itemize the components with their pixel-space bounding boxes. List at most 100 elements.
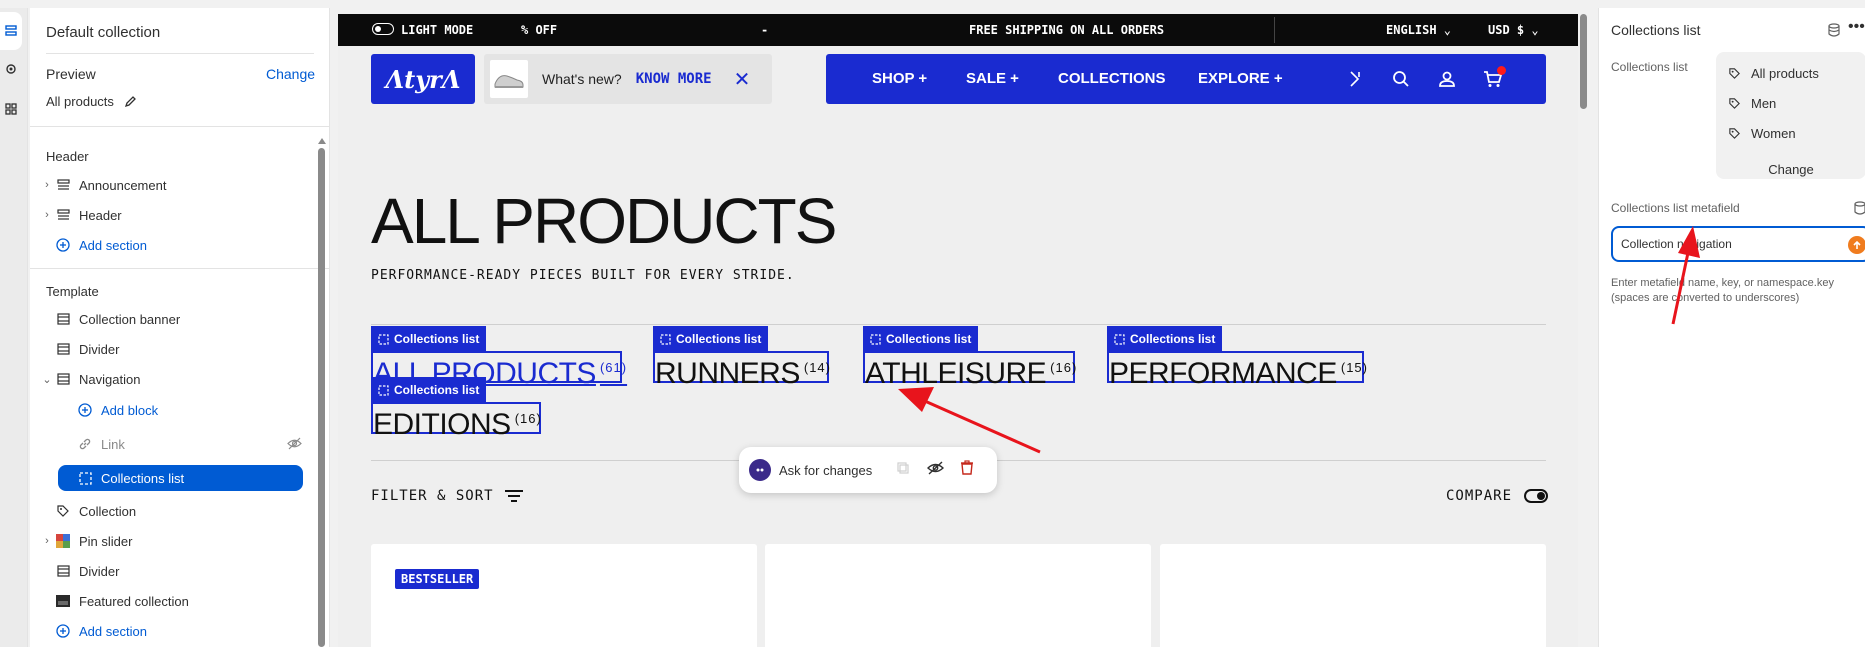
close-icon[interactable]: ✕ <box>734 67 751 92</box>
collection-title: RUNNERS <box>655 357 800 390</box>
section-label: Navigation <box>79 371 141 387</box>
know-more-link[interactable]: KNOW MORE <box>636 71 712 87</box>
chevron-right-icon[interactable]: › <box>38 209 56 221</box>
nav-shop[interactable]: SHOP + <box>872 70 927 87</box>
whats-new-promo: What's new? KNOW MORE ✕ <box>484 54 772 104</box>
collection-link-athleisure[interactable]: Collections list ATHLEISURE (16) <box>863 326 1076 390</box>
preview-scrollbar[interactable] <box>1580 14 1587 109</box>
collections-list-tag[interactable]: Collections list <box>863 326 979 352</box>
product-card[interactable]: BESTSELLER <box>371 544 757 647</box>
store-logo[interactable]: ɅtyrɅ <box>371 54 475 104</box>
section-divider-2[interactable]: Divider <box>38 558 314 584</box>
filter-lines-icon <box>504 490 523 502</box>
metafield-input[interactable]: Collection navigation <box>1611 226 1865 262</box>
compare-arrows-icon[interactable] <box>1344 68 1366 90</box>
delete-trash-icon[interactable] <box>960 460 974 480</box>
plus-circle-icon <box>56 238 70 252</box>
picked-collection: All products <box>1728 66 1819 81</box>
section-label: Header <box>79 207 122 223</box>
light-mode-label[interactable]: LIGHT MODE <box>401 23 473 37</box>
collection-item-label: Women <box>1751 126 1796 141</box>
collection-name: EDITIONS (16) <box>373 402 542 442</box>
add-block-label: Add block <box>101 402 159 418</box>
product-card[interactable] <box>765 544 1151 647</box>
section-featured-collection[interactable]: Featured collection <box>38 588 314 614</box>
section-announcement[interactable]: › Announcement <box>38 172 314 198</box>
collections-list-tag[interactable]: Collections list <box>1107 326 1223 352</box>
preview-value[interactable]: All products <box>46 94 137 109</box>
page-title: ALL PRODUCTS <box>371 185 837 257</box>
section-label: Divider <box>79 563 120 579</box>
section-header[interactable]: › Header <box>38 202 314 228</box>
collection-link-runners[interactable]: Collections list RUNNERS (14) <box>653 326 830 390</box>
collection-title: ATHLEISURE <box>865 357 1047 390</box>
dashed-square-icon <box>1114 333 1125 345</box>
section-pin-slider[interactable]: › Pin slider <box>38 528 314 554</box>
scroll-up-arrow[interactable] <box>318 138 326 144</box>
collections-list-tag[interactable]: Collections list <box>371 377 487 403</box>
light-mode-toggle[interactable] <box>372 23 394 35</box>
collection-link-editions[interactable]: Collections list EDITIONS (16) <box>371 377 541 441</box>
pencil-icon[interactable] <box>124 95 137 108</box>
tag-icon <box>56 504 70 518</box>
apps-icon[interactable] <box>0 90 22 128</box>
filter-sort-button[interactable]: FILTER & SORT <box>371 488 524 504</box>
compare-toggle[interactable] <box>1524 489 1549 503</box>
nav-explore[interactable]: EXPLORE + <box>1198 70 1283 87</box>
add-section-label: Add section <box>79 237 147 253</box>
collections-list-tag[interactable]: Collections list <box>371 326 487 352</box>
divider <box>30 268 329 269</box>
collection-link-performance[interactable]: Collections list PERFORMANCE (15) <box>1107 326 1367 390</box>
settings-gear-icon[interactable] <box>0 50 22 88</box>
collection-count: (61) <box>599 360 628 375</box>
discount-text: % OFF <box>521 23 558 37</box>
tag-label: Collections list <box>676 332 762 346</box>
sections-icon[interactable] <box>0 12 22 50</box>
block-link[interactable]: Link <box>78 431 314 457</box>
chevron-right-icon[interactable]: › <box>38 179 56 191</box>
collections-list-tag[interactable]: Collections list <box>653 326 769 352</box>
nav-sale[interactable]: SALE + <box>966 70 1019 87</box>
section-icon <box>56 372 70 386</box>
more-actions-icon[interactable]: ••• <box>1848 18 1865 36</box>
tag-icon <box>1729 128 1740 139</box>
left-scrollbar[interactable] <box>318 148 325 647</box>
search-icon[interactable] <box>1390 68 1412 90</box>
collection-title: PERFORMANCE <box>1109 357 1337 390</box>
divider <box>1274 17 1275 43</box>
preview-label: Preview <box>46 66 96 82</box>
section-collection[interactable]: Collection <box>38 498 314 524</box>
ask-for-changes-button[interactable]: Ask for changes <box>779 463 872 478</box>
block-collections-list[interactable]: Collections list <box>58 465 303 491</box>
section-navigation[interactable]: ⌄ Navigation <box>38 366 314 392</box>
shipping-message: FREE SHIPPING ON ALL ORDERS <box>969 23 1165 37</box>
compare-toggle-control[interactable]: COMPARE <box>1446 488 1549 504</box>
preview-change-link[interactable]: Change <box>266 66 315 82</box>
add-section-template[interactable]: Add section <box>38 618 314 644</box>
featured-collection-thumbnail-icon <box>56 594 70 608</box>
section-collection-banner[interactable]: Collection banner <box>38 306 314 332</box>
add-block-button[interactable]: Add block <box>78 397 314 423</box>
cart-icon[interactable] <box>1482 66 1506 90</box>
add-section-header[interactable]: Add section <box>38 232 314 258</box>
database-icon[interactable] <box>1854 201 1865 220</box>
language-selector[interactable]: ENGLISH ⌄ <box>1386 23 1451 37</box>
chevron-right-icon[interactable]: › <box>38 535 56 547</box>
section-divider[interactable]: Divider <box>38 336 314 362</box>
product-card[interactable] <box>1160 544 1546 647</box>
nav-collections[interactable]: COLLECTIONS <box>1058 70 1166 87</box>
plus-circle-icon <box>78 403 92 417</box>
tag-label: Collections list <box>394 332 480 346</box>
duplicate-icon[interactable] <box>896 461 910 480</box>
change-collections-button[interactable]: Change <box>1716 162 1865 177</box>
collection-item-label: Men <box>1751 96 1777 111</box>
collections-picker: All products Men Women Change <box>1716 52 1865 179</box>
account-icon[interactable] <box>1436 68 1458 90</box>
eye-hidden-icon[interactable] <box>287 437 302 453</box>
database-icon[interactable] <box>1828 23 1840 42</box>
upload-arrow-icon[interactable] <box>1848 236 1865 254</box>
eye-hidden-icon[interactable] <box>927 460 945 480</box>
section-icon <box>56 564 70 578</box>
chevron-down-icon[interactable]: ⌄ <box>38 373 56 386</box>
currency-selector[interactable]: USD $ ⌄ <box>1488 23 1539 37</box>
